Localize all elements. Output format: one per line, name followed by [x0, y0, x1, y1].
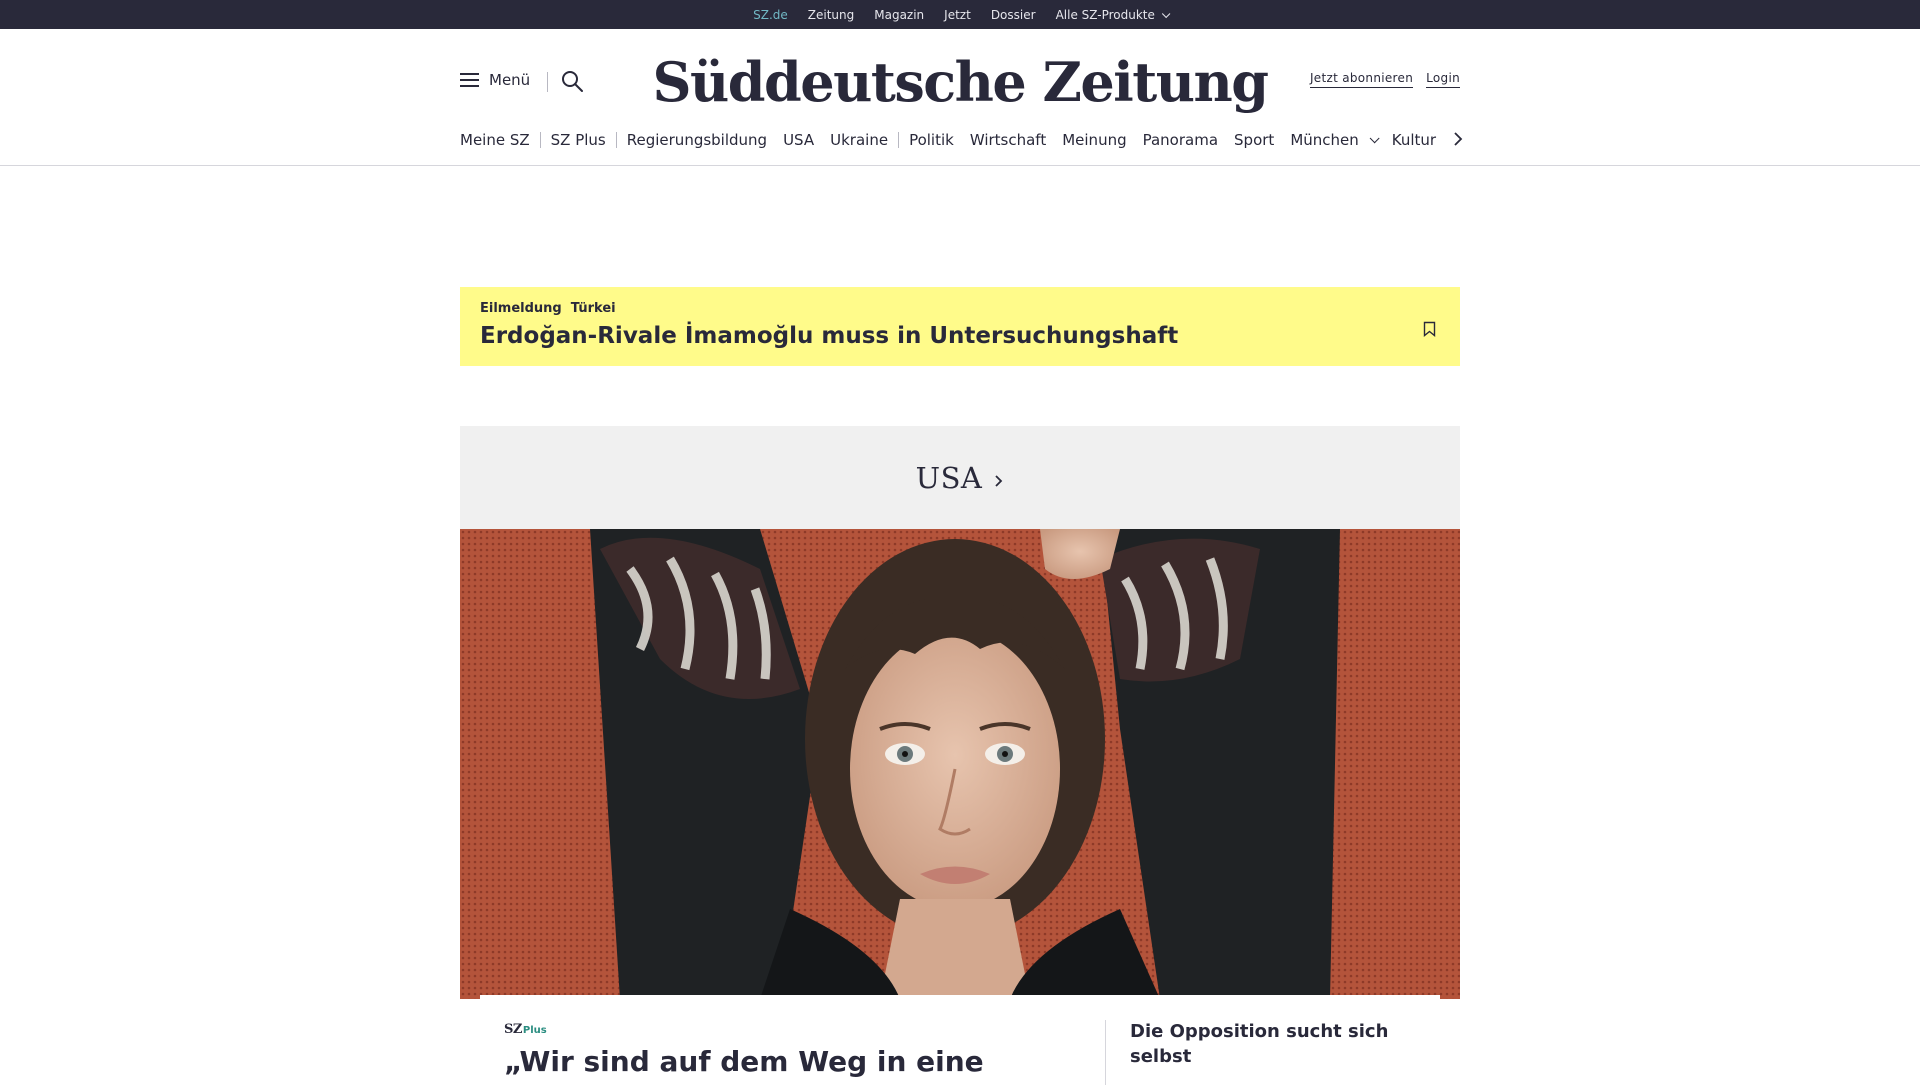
subscribe-link[interactable]: Jetzt abonnieren [1309, 71, 1414, 88]
nav-separator [539, 132, 541, 148]
teaser-headline[interactable]: „Wir sind auf dem Weg in eine [504, 1045, 984, 1078]
product-link-dossier[interactable]: Dossier [991, 8, 1036, 22]
nav-item-meine-sz[interactable]: Meine SZ [460, 131, 530, 149]
product-nav: SZ.de Zeitung Magazin Jetzt Dossier Alle… [0, 0, 1920, 32]
nav-item-wirtschaft[interactable]: Wirtschaft [970, 131, 1046, 149]
section-title: USA [915, 460, 983, 495]
teaser-divider [1105, 1020, 1106, 1085]
chevron-right-icon [1454, 132, 1463, 146]
breaking-headline[interactable]: Erdoğan-Rivale İmamoğlu muss in Untersuc… [480, 323, 1178, 349]
nav-separator [615, 132, 617, 148]
nav-item-meinung[interactable]: Meinung [1062, 131, 1126, 149]
top-bar: SZ.de Zeitung Magazin Jetzt Dossier Alle… [0, 0, 1920, 32]
breaking-label: Eilmeldung [480, 301, 562, 316]
article-teaser-card[interactable]: SZ Plus „Wir sind auf dem Weg in eine Di… [480, 995, 1440, 1085]
chevron-right-icon [995, 474, 1003, 487]
all-products-label: Alle SZ-Produkte [1055, 7, 1155, 22]
nav-item-panorama[interactable]: Panorama [1143, 131, 1218, 149]
hero-image[interactable] [460, 529, 1460, 999]
nav-item-ukraine[interactable]: Ukraine [830, 131, 888, 149]
nav-item-muenchen[interactable]: München [1290, 131, 1380, 149]
menu-label: Menü [489, 71, 531, 89]
breaking-kicker: Eilmeldung Türkei [480, 301, 616, 316]
login-link[interactable]: Login [1426, 71, 1460, 88]
product-link-sz-de[interactable]: SZ.de [753, 8, 788, 32]
product-link-jetzt[interactable]: Jetzt [944, 8, 971, 22]
nav-item-sport[interactable]: Sport [1234, 131, 1274, 149]
header-divider [547, 72, 548, 92]
nav-item-usa[interactable]: USA [783, 131, 814, 149]
nav-item-muenchen-label: München [1290, 131, 1359, 149]
hamburger-icon [460, 73, 479, 87]
account-links: Jetzt abonnieren Login [1309, 71, 1460, 88]
chevron-down-icon [1161, 9, 1171, 18]
section-header-usa[interactable]: USA [460, 426, 1460, 529]
nav-item-politik[interactable]: Politik [909, 131, 954, 149]
side-teaser-headline[interactable]: Die Opposition sucht sich selbst [1130, 1019, 1390, 1069]
bookmark-icon[interactable] [1423, 321, 1436, 337]
nav-item-sz-plus[interactable]: SZ Plus [551, 131, 606, 149]
sz-plus-badge: SZ Plus [504, 1022, 547, 1037]
breaking-topic: Türkei [570, 301, 616, 316]
product-link-magazin[interactable]: Magazin [874, 8, 924, 22]
sz-plus-badge-sz: SZ [504, 1022, 522, 1037]
search-button[interactable] [560, 69, 584, 93]
product-link-all-products[interactable]: Alle SZ-Produkte [1055, 7, 1171, 22]
nav-item-regierungsbildung[interactable]: Regierungsbildung [627, 131, 767, 149]
breaking-news-banner[interactable]: Eilmeldung Türkei Erdoğan-Rivale İmamoğl… [460, 287, 1460, 366]
nav-scroll-right-button[interactable] [1448, 129, 1468, 149]
site-header: Menü Süddeutsche Zeitung Jetzt abonniere… [0, 29, 1920, 166]
product-link-zeitung[interactable]: Zeitung [808, 8, 854, 22]
site-logo[interactable]: Süddeutsche Zeitung [652, 47, 1269, 117]
sz-plus-badge-plus: Plus [522, 1025, 547, 1036]
nav-separator [898, 132, 900, 148]
section-nav: Meine SZ SZ Plus Regierungsbildung USA U… [460, 127, 1460, 153]
nav-item-kultur[interactable]: Kultur [1392, 131, 1436, 149]
chevron-down-icon [1369, 132, 1380, 143]
search-icon [562, 71, 583, 92]
hero-photo [460, 529, 1460, 999]
menu-button[interactable]: Menü [460, 71, 530, 89]
